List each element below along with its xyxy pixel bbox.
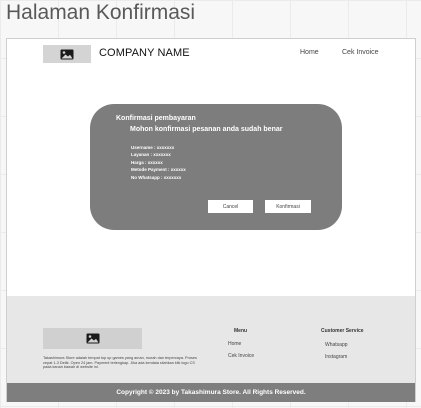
detail-layanan: Layanan : xxxxxxx [131,152,171,158]
navbar-logo[interactable] [43,45,91,63]
confirm-button[interactable]: Konfirmasi [265,200,311,213]
navbar: COMPANY NAME Home Cek Invoice [7,39,415,69]
footer-description: Takashimura Store adalah tempat top up g… [43,356,197,370]
copyright-bar: Copyright © 2023 by Takashimura Store. A… [7,383,415,402]
dialog-title: Konfirmasi pembayaran [116,115,196,122]
footer-link-instagram[interactable]: Instagram [325,354,347,360]
image-icon [60,49,74,59]
dialog-subtitle: Mohon konfirmasi pesanan anda sudah bena… [130,126,283,133]
footer-logo[interactable] [43,328,142,349]
detail-harga: Harga : xxxxxx [131,159,163,165]
cancel-button[interactable]: Cancel [208,200,253,213]
footer-link-cek-invoice[interactable]: Cek Invoice [228,353,254,359]
detail-no-whatsapp: No Whatsapp : xxxxxxx [131,174,182,180]
confirmation-dialog: Konfirmasi pembayaran Mohon konfirmasi p… [90,104,342,230]
footer-menu-title: Menu [234,328,248,334]
footer: Takashimura Store adalah tempat top up g… [7,296,415,383]
company-name: COMPANY NAME [99,47,190,59]
footer-link-home[interactable]: Home [228,341,241,347]
page-heading: Halaman Konfirmasi [6,1,196,24]
nav-link-cek-invoice[interactable]: Cek Invoice [342,49,379,56]
detail-metode-payment: Metode Payment : xxxxxx [131,167,186,173]
order-details: Username : xxxxxxx Layanan : xxxxxxx Har… [131,144,186,181]
website-mockup: COMPANY NAME Home Cek Invoice Konfirmasi… [6,38,416,402]
nav-link-home[interactable]: Home [300,49,319,56]
footer-link-whatsapp[interactable]: Whatsapp [325,342,348,348]
footer-cs-title: Customer Service [321,328,364,334]
detail-username: Username : xxxxxxx [131,145,175,150]
image-icon [86,333,99,344]
